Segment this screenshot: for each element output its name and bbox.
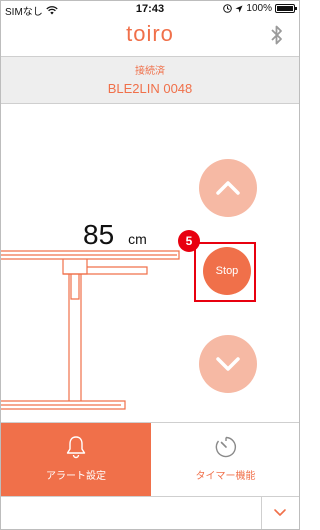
tab-alert-settings[interactable]: アラート設定 (1, 423, 151, 497)
chevron-up-icon (216, 181, 240, 195)
battery-level (277, 6, 293, 11)
tab-alert-label: アラート設定 (46, 471, 106, 482)
app-frame: SIMなし 17:43 100% toiro 接続済 BLE2LIN 0048 … (0, 0, 300, 530)
raise-button[interactable] (199, 159, 257, 217)
step-number: 5 (185, 234, 193, 248)
lower-button[interactable] (199, 335, 257, 393)
chevron-down-icon (216, 357, 240, 371)
location-lock-icon (223, 4, 233, 13)
bottom-tab-bar: アラート設定 タイマー機能 (1, 422, 299, 497)
footer-chevron-down-icon[interactable] (271, 505, 289, 521)
highlight-box (194, 242, 256, 302)
app-title: toiro (126, 21, 174, 46)
footer-divider (261, 497, 262, 529)
battery-icon (275, 4, 297, 13)
connection-status: 接続済 (135, 66, 165, 77)
bell-icon (66, 436, 86, 459)
bluetooth-icon[interactable] (269, 24, 285, 46)
tab-timer-label: タイマー機能 (195, 471, 256, 482)
connection-panel: 接続済 BLE2LIN 0048 (1, 56, 299, 104)
desk-illustration (1, 250, 180, 410)
step-badge: 5 (178, 230, 200, 252)
device-name: BLE2LIN 0048 (107, 81, 193, 96)
footer-strip (1, 496, 299, 529)
battery-percent: 100% (246, 3, 272, 14)
status-bar: SIMなし 17:43 100% (1, 1, 299, 18)
timer-icon (215, 436, 236, 458)
tab-timer[interactable]: タイマー機能 (152, 423, 299, 497)
status-right: 100% (223, 3, 297, 14)
location-arrow-icon (235, 5, 243, 12)
app-header: toiro (1, 17, 299, 55)
